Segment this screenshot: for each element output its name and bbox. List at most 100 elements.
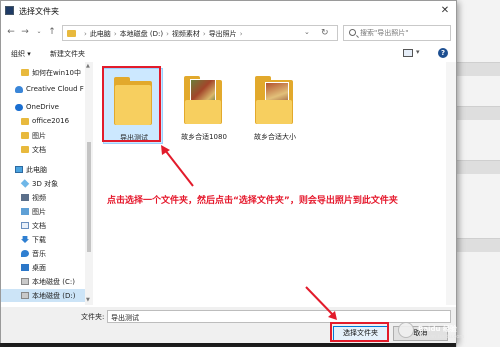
new-folder-button[interactable]: 新建文件夹 [50, 49, 85, 59]
sidebar-item-label: 视频 [32, 194, 46, 202]
sidebar-item-label: 本地磁盘 (C:) [32, 278, 75, 286]
background-strip [457, 238, 500, 252]
sidebar-item-label: 音乐 [32, 250, 46, 258]
sidebar-item-documents[interactable]: 文档 [1, 219, 85, 232]
sidebar-item-music[interactable]: 音乐 [1, 247, 85, 260]
folder-icon [21, 146, 29, 153]
watermark-text: Baidu 经验 [418, 325, 457, 333]
sidebar-item-label: Creative Cloud F [26, 85, 84, 93]
app-icon [5, 6, 14, 15]
toolbar: 组织 ▾ 新建文件夹 ▾ ? [1, 45, 456, 62]
sidebar-item-onedrive[interactable]: OneDrive [1, 101, 85, 114]
pictures-icon [21, 208, 29, 215]
background-strip [457, 160, 500, 174]
address-bar[interactable]: › 此电脑 › 本地磁盘 (D:) › 视频素材 › 导出照片 › ⌄ ↻ [62, 25, 338, 41]
documents-icon [21, 222, 29, 229]
breadcrumb-separator: › [239, 30, 243, 38]
drive-icon [21, 292, 29, 299]
onedrive-icon [15, 104, 23, 111]
sidebar-item-label: OneDrive [26, 103, 59, 111]
breadcrumb-separator: › [113, 30, 117, 38]
breadcrumb-drive-d[interactable]: 本地磁盘 (D:) [120, 30, 163, 38]
sidebar-item-desktop[interactable]: 桌面 [1, 261, 85, 274]
sidebar-item-this-pc[interactable]: 此电脑 [1, 163, 85, 176]
breadcrumb-this-pc[interactable]: 此电脑 [90, 30, 111, 38]
folder-item-label: 故乡合适大小 [254, 133, 296, 141]
scroll-up-icon[interactable]: ▲ [86, 63, 90, 69]
refresh-icon[interactable]: ↻ [321, 28, 329, 38]
content-scrollbar[interactable] [446, 62, 456, 305]
sidebar-item-label: 图片 [32, 208, 46, 216]
view-dropdown-icon[interactable]: ▾ [416, 48, 420, 56]
close-button[interactable]: ✕ [438, 4, 452, 18]
search-icon [349, 29, 356, 36]
sidebar-item-onedrive-documents[interactable]: 文档 [1, 143, 85, 156]
annotation-highlight-folder [102, 66, 161, 142]
video-icon [21, 194, 29, 201]
sidebar-item-win10-folder[interactable]: 如何在win10中 [1, 66, 85, 79]
dialog-title: 选择文件夹 [19, 7, 59, 16]
sidebar-item-label: 3D 对象 [32, 180, 59, 188]
baidu-watermark: Baidu 经验 jingyan.baidu.com [398, 318, 498, 346]
download-icon [21, 236, 29, 243]
photo-folder-icon [255, 76, 293, 124]
navigation-scrollbar[interactable]: ▲ ▼ [85, 62, 93, 305]
creative-cloud-icon [15, 86, 23, 93]
sidebar-item-label: 桌面 [32, 264, 46, 272]
sidebar-item-label: 本地磁盘 (D:) [32, 292, 76, 300]
folder-picker-dialog: 选择文件夹 ✕ ← → ⌄ ↑ › 此电脑 › 本地磁盘 (D:) › 视频素材 › 导出照片… [0, 0, 457, 343]
search-input[interactable] [360, 28, 448, 38]
sidebar-item-label: 如何在win10中 [32, 69, 82, 77]
sidebar-item-drive-c[interactable]: 本地磁盘 (C:) [1, 275, 85, 288]
navigation-pane: 如何在win10中 Creative Cloud F OneDrive offi… [1, 62, 93, 305]
folder-item-label: 故乡合适1080 [181, 133, 227, 141]
sidebar-item-label: 图片 [32, 132, 46, 140]
background-panel-right [456, 0, 500, 347]
folder-front [256, 100, 292, 124]
desktop-icon [21, 264, 29, 271]
sidebar-item-downloads[interactable]: 下载 [1, 233, 85, 246]
sidebar-item-label: 文档 [32, 222, 46, 230]
breadcrumb: › 此电脑 › 本地磁盘 (D:) › 视频素材 › 导出照片 › [81, 29, 246, 39]
sidebar-item-videos[interactable]: 视频 [1, 191, 85, 204]
sidebar-item-pictures[interactable]: 图片 [1, 205, 85, 218]
sidebar-item-label: 此电脑 [26, 166, 47, 174]
annotation-instruction-text: 点击选择一个文件夹，然后点击“选择文件夹”，则会导出照片到此文件夹 [107, 196, 398, 206]
breadcrumb-video-assets[interactable]: 视频素材 [172, 30, 200, 38]
annotation-highlight-button [330, 322, 389, 342]
sidebar-item-office2016[interactable]: office2016 [1, 115, 85, 128]
baidu-logo-icon [398, 322, 414, 338]
sidebar-item-onedrive-pictures[interactable]: 图片 [1, 129, 85, 142]
up-arrow-icon[interactable]: ↑ [46, 26, 58, 38]
folder-item-hometown-size[interactable]: 故乡合适大小 [245, 68, 305, 144]
folder-icon [67, 30, 76, 37]
address-dropdown-icon[interactable]: ⌄ [304, 28, 310, 36]
search-box[interactable] [343, 25, 451, 41]
breadcrumb-separator: › [166, 30, 169, 38]
breadcrumb-export-photos[interactable]: 导出照片 [209, 30, 237, 38]
folder-front [185, 100, 221, 124]
sidebar-item-drive-d[interactable]: 本地磁盘 (D:) [1, 289, 85, 302]
this-pc-icon [15, 166, 23, 173]
organize-menu-button[interactable]: 组织 ▾ [11, 49, 31, 59]
sidebar-item-creative-cloud[interactable]: Creative Cloud F [1, 83, 85, 96]
folder-icon [21, 69, 29, 76]
help-icon[interactable]: ? [438, 48, 448, 58]
sidebar-item-label: 文档 [32, 146, 46, 154]
sidebar-item-label: 下载 [32, 236, 46, 244]
forward-arrow-icon[interactable]: → [19, 26, 31, 38]
scroll-down-icon[interactable]: ▼ [86, 297, 90, 303]
3d-objects-icon [20, 179, 30, 188]
scrollbar-thumb[interactable] [87, 142, 91, 252]
back-arrow-icon[interactable]: ← [5, 26, 17, 38]
breadcrumb-separator: › [84, 30, 87, 38]
folder-name-label: 文件夹: [81, 313, 105, 321]
recent-dropdown-icon[interactable]: ⌄ [33, 26, 45, 38]
sidebar-item-label: office2016 [32, 117, 70, 125]
view-options-icon[interactable] [403, 49, 413, 57]
address-row: ← → ⌄ ↑ › 此电脑 › 本地磁盘 (D:) › 视频素材 › 导出照片 › ⌄ ↻ [1, 23, 456, 43]
sidebar-item-3d-objects[interactable]: 3D 对象 [1, 177, 85, 190]
background-strip [457, 62, 500, 76]
breadcrumb-separator: › [202, 30, 206, 38]
folder-item-hometown-1080[interactable]: 故乡合适1080 [174, 68, 234, 144]
